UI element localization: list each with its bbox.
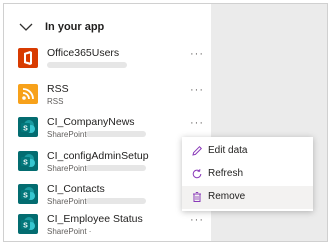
svg-text:S: S <box>23 126 28 133</box>
data-source-item[interactable]: S CI_Contacts SharePoint · <box>4 182 211 212</box>
data-source-item[interactable]: S CI_configAdminSetup SharePoint · <box>4 149 211 179</box>
menu-item-label: Refresh <box>208 168 244 179</box>
menu-item-refresh[interactable]: Refresh <box>182 163 313 186</box>
menu-item-remove[interactable]: Remove <box>182 186 313 209</box>
svg-text:S: S <box>23 160 28 167</box>
more-options-icon[interactable]: ··· <box>190 84 204 96</box>
data-sources-panel: In your app Office365Users ··· RSS RSS ·… <box>4 4 211 241</box>
data-source-name: CI_CompanyNews <box>47 116 135 128</box>
more-options-icon[interactable]: ··· <box>190 214 204 226</box>
sharepoint-icon: S <box>18 117 38 137</box>
data-source-name: CI_Contacts <box>47 183 105 195</box>
data-source-item[interactable]: Office365Users ··· <box>4 46 211 76</box>
menu-item-edit-data[interactable]: Edit data <box>182 140 313 163</box>
more-options-icon[interactable]: ··· <box>190 117 204 129</box>
context-menu: Edit data Refresh Remove <box>182 137 313 211</box>
data-source-type: SharePoint · <box>47 164 92 173</box>
office-icon <box>18 48 38 68</box>
section-title: In your app <box>45 21 105 33</box>
sharepoint-icon: S <box>18 214 38 234</box>
more-options-icon[interactable]: ··· <box>190 48 204 60</box>
data-source-name: CI_configAdminSetup <box>47 150 149 162</box>
menu-item-label: Remove <box>208 191 246 202</box>
data-source-item[interactable]: S CI_CompanyNews SharePoint · ··· <box>4 115 211 145</box>
rss-icon <box>18 84 38 104</box>
redacted-text <box>47 62 127 68</box>
redacted-text <box>86 165 146 171</box>
svg-text:S: S <box>23 223 28 230</box>
data-panel-frame: In your app Office365Users ··· RSS RSS ·… <box>3 3 328 242</box>
svg-text:S: S <box>23 193 28 200</box>
data-source-type: SharePoint · <box>47 197 92 206</box>
trash-icon <box>193 192 201 202</box>
redacted-text <box>86 131 146 137</box>
section-header-in-your-app[interactable]: In your app <box>4 17 211 39</box>
data-source-name: RSS <box>47 83 69 95</box>
data-source-type: SharePoint · <box>47 227 92 236</box>
redacted-text <box>86 198 146 204</box>
data-source-item[interactable]: S CI_Employee Status SharePoint · ··· <box>4 212 211 241</box>
data-source-type: SharePoint · <box>47 130 92 139</box>
pencil-icon <box>192 145 203 156</box>
refresh-icon <box>192 169 202 179</box>
chevron-down-icon[interactable] <box>19 22 33 32</box>
data-source-item[interactable]: RSS RSS ··· <box>4 82 211 112</box>
data-source-type: RSS <box>47 97 64 106</box>
data-source-name: CI_Employee Status <box>47 213 143 225</box>
sharepoint-icon: S <box>18 184 38 204</box>
data-source-name: Office365Users <box>47 47 120 59</box>
sharepoint-icon: S <box>18 151 38 171</box>
menu-item-label: Edit data <box>208 145 248 156</box>
